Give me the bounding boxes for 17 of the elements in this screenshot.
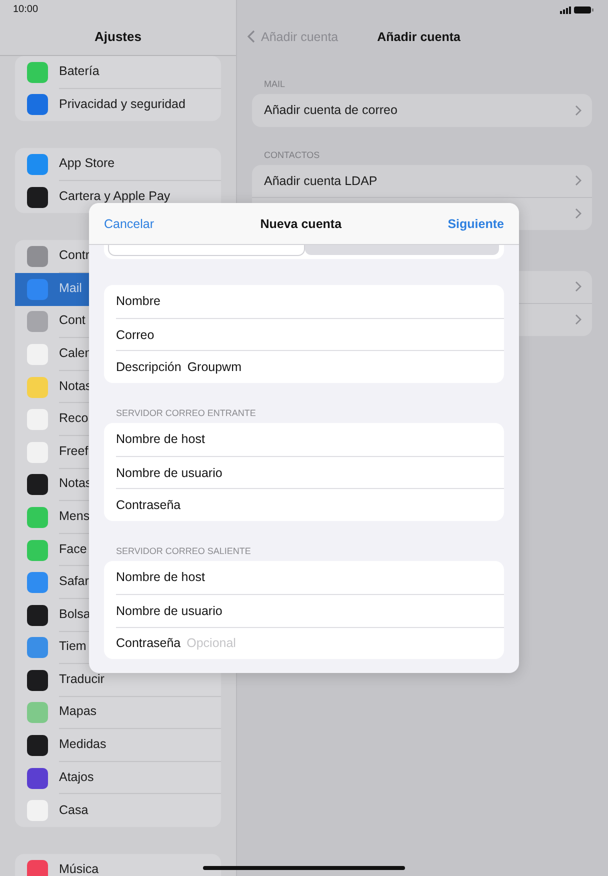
field-label: Descripción [116, 360, 182, 374]
field-label: Nombre de host [116, 432, 205, 446]
dialog-title: Nueva cuenta [260, 216, 342, 230]
field-label: Contraseña [116, 498, 181, 512]
status-time: 10:00 [13, 4, 38, 15]
field-label: Nombre de host [116, 570, 205, 584]
field-label: Contraseña [116, 636, 181, 650]
section-header: SERVIDOR CORREO SALIENTE [115, 546, 252, 558]
field-label: Correo [116, 328, 154, 342]
section-header: SERVIDOR CORREO ENTRANTE [115, 408, 257, 420]
section-header: MAIL [263, 78, 286, 91]
field-label: Nombre de usuario [116, 466, 222, 480]
field-label: Nombre de usuario [116, 604, 222, 618]
section-header: CONTACTOS [263, 148, 321, 162]
sidebar-title: Ajustes [94, 29, 142, 44]
field-label: Nombre [116, 294, 160, 308]
page-title: Añadir cuenta [377, 30, 460, 44]
